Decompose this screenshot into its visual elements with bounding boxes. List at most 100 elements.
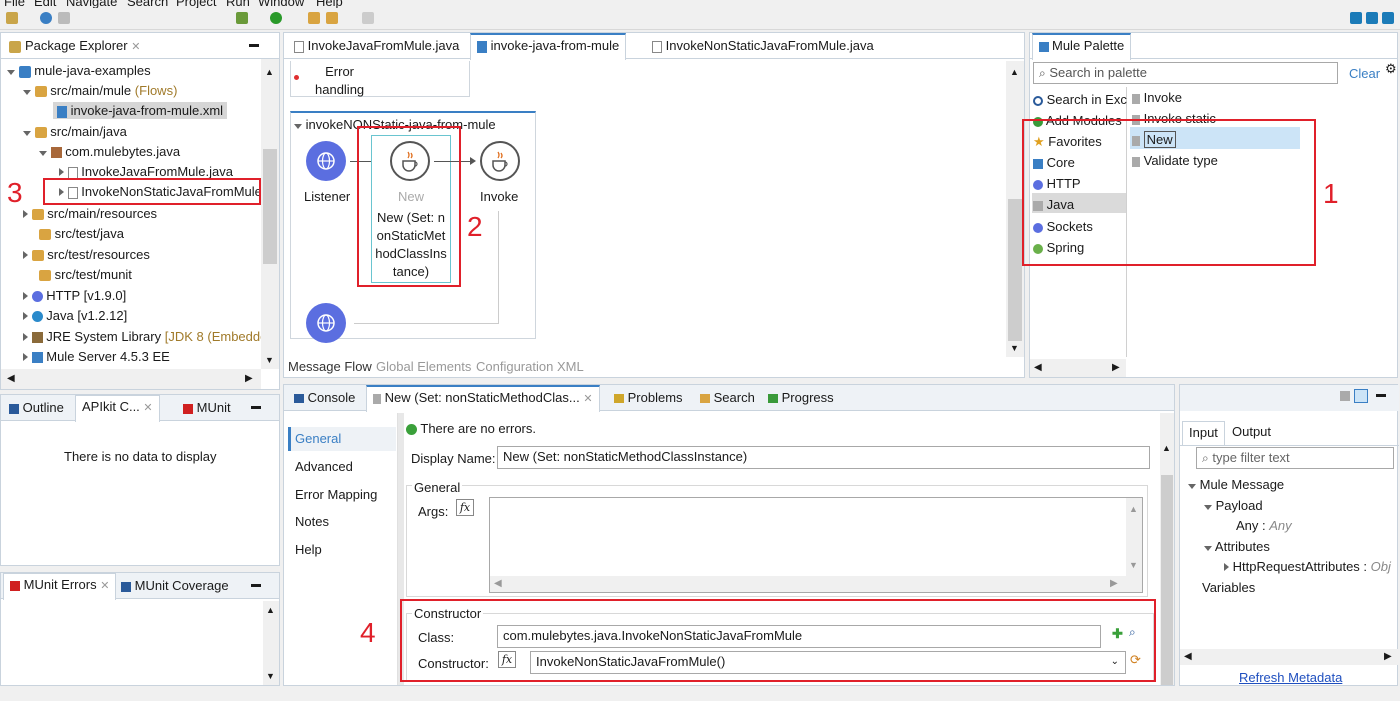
- tab-progress[interactable]: Progress: [762, 387, 840, 411]
- tree-item-src-test-munit[interactable]: src/test/munit: [39, 267, 132, 282]
- palette-search-exchange[interactable]: Search in Exc: [1033, 92, 1127, 107]
- tree-variables[interactable]: Variables: [1202, 580, 1255, 595]
- nav-help[interactable]: Help: [295, 542, 322, 557]
- tab-message-flow[interactable]: Message Flow: [288, 359, 372, 374]
- metadata-scroll-h[interactable]: ◀ ▶: [1180, 649, 1399, 665]
- tree-item-project[interactable]: mule-java-examples: [7, 63, 151, 78]
- args-scroll-v[interactable]: ▲ ▼: [1126, 498, 1142, 576]
- tree-any[interactable]: Any : Any: [1236, 518, 1292, 533]
- tree-item-jre[interactable]: JRE System Library [JDK 8 (Embedde: [23, 329, 261, 344]
- listener-node[interactable]: [306, 141, 346, 181]
- fx-toggle[interactable]: fx: [456, 499, 474, 516]
- chevron-right-icon[interactable]: [23, 333, 28, 341]
- horizontal-scrollbar[interactable]: ◀ ▶: [1, 369, 261, 389]
- tab-apikit[interactable]: APIkit C... ✕: [75, 395, 160, 422]
- clear-link[interactable]: Clear: [1349, 66, 1380, 81]
- mule-perspective-icon[interactable]: [1366, 12, 1378, 24]
- back-icon[interactable]: [326, 12, 338, 24]
- error-handling-box[interactable]: Error handling: [290, 61, 470, 97]
- args-textarea[interactable]: ▲ ▼ ◀ ▶: [489, 497, 1143, 593]
- tree-item-java[interactable]: Java [v1.2.12]: [23, 308, 127, 323]
- tab-configuration-xml[interactable]: Configuration XML: [476, 359, 584, 374]
- chevron-down-icon[interactable]: [1204, 546, 1212, 551]
- chevron-right-icon[interactable]: [23, 251, 28, 259]
- tab-munit-coverage[interactable]: MUnit Coverage: [115, 575, 235, 599]
- tab-invoke-flow[interactable]: invoke-java-from-mule: [470, 33, 627, 60]
- tab-munit-errors[interactable]: MUnit Errors ✕: [3, 573, 117, 600]
- save-icon[interactable]: [1340, 391, 1350, 401]
- close-icon[interactable]: ✕: [143, 402, 152, 414]
- tree-item-src-test-java[interactable]: src/test/java: [39, 226, 124, 241]
- invoke-node[interactable]: [480, 141, 520, 181]
- chevron-right-icon[interactable]: [23, 312, 28, 320]
- tree-item-http[interactable]: HTTP [v1.9.0]: [23, 288, 126, 303]
- chevron-right-icon[interactable]: [23, 353, 28, 361]
- tree-item-mule-server[interactable]: Mule Server 4.5.3 EE: [23, 349, 170, 364]
- chevron-down-icon[interactable]: [294, 124, 302, 129]
- tab-search[interactable]: Search: [694, 387, 761, 411]
- scroll-thumb[interactable]: [1008, 199, 1022, 341]
- chevron-down-icon[interactable]: [1188, 484, 1196, 489]
- palette-search-input[interactable]: ⌕ Search in palette: [1033, 62, 1338, 84]
- save-icon[interactable]: [58, 12, 70, 24]
- close-icon[interactable]: ✕: [583, 393, 592, 405]
- chevron-down-icon[interactable]: [23, 131, 31, 136]
- tab-outline[interactable]: Outline: [3, 397, 70, 421]
- mule-icon[interactable]: [40, 12, 52, 24]
- chevron-down-icon[interactable]: [7, 70, 15, 75]
- debug-icon[interactable]: [236, 12, 248, 24]
- tab-package-explorer[interactable]: Package Explorer ✕: [3, 35, 146, 59]
- vertical-scrollbar[interactable]: ▲ ▼: [263, 601, 279, 685]
- layout-icon[interactable]: [1354, 389, 1368, 403]
- chevron-down-icon[interactable]: [39, 151, 47, 156]
- vertical-scrollbar[interactable]: ▲: [1160, 413, 1174, 685]
- tree-item-java-file-1[interactable]: InvokeJavaFromMule.java: [59, 164, 233, 179]
- forward-icon[interactable]: [362, 12, 374, 24]
- tree-payload[interactable]: Payload: [1204, 498, 1263, 513]
- args-scroll-h[interactable]: ◀ ▶: [490, 576, 1142, 592]
- chevron-right-icon[interactable]: [59, 168, 64, 176]
- nav-notes[interactable]: Notes: [295, 514, 329, 529]
- menu-search[interactable]: Search: [127, 0, 168, 8]
- tree-item-flow-file[interactable]: invoke-java-from-mule.xml: [53, 102, 228, 119]
- palette-op-invoke[interactable]: Invoke: [1132, 90, 1182, 105]
- menu-edit[interactable]: Edit: [34, 0, 56, 8]
- external-tools-icon[interactable]: [308, 12, 320, 24]
- close-icon[interactable]: ✕: [131, 41, 140, 53]
- tree-item-src-main-java[interactable]: src/main/java: [23, 124, 127, 139]
- menu-window[interactable]: Window: [258, 0, 304, 8]
- display-name-input[interactable]: New (Set: nonStaticMethodClassInstance): [497, 446, 1150, 469]
- vertical-scrollbar[interactable]: ▲ ▼: [261, 59, 279, 369]
- nav-general[interactable]: General: [295, 431, 341, 446]
- menu-help[interactable]: Help: [316, 0, 343, 8]
- gear-icon[interactable]: ⚙: [1385, 61, 1397, 77]
- chevron-right-icon[interactable]: [23, 210, 28, 218]
- chevron-right-icon[interactable]: [1224, 563, 1229, 571]
- response-node[interactable]: [306, 303, 346, 343]
- tab-input[interactable]: Input: [1182, 421, 1225, 445]
- chevron-down-icon[interactable]: [23, 90, 31, 95]
- tree-item-src-test-resources[interactable]: src/test/resources: [23, 247, 150, 262]
- chevron-right-icon[interactable]: [23, 292, 28, 300]
- tab-global-elements[interactable]: Global Elements: [376, 359, 471, 374]
- perspective-icon[interactable]: [1350, 12, 1362, 24]
- close-icon[interactable]: ✕: [100, 580, 109, 592]
- tree-mule-message[interactable]: Mule Message: [1188, 477, 1284, 492]
- tab-munit[interactable]: MUnit: [177, 397, 237, 421]
- metadata-filter-input[interactable]: ⌕ type filter text: [1196, 447, 1394, 469]
- nav-error-mapping[interactable]: Error Mapping: [295, 487, 377, 502]
- nav-advanced[interactable]: Advanced: [295, 459, 353, 474]
- refresh-metadata-link[interactable]: Refresh Metadata: [1239, 670, 1342, 685]
- tree-attributes[interactable]: Attributes: [1204, 539, 1270, 554]
- tree-http-request-attributes[interactable]: HttpRequestAttributes : Obj: [1224, 559, 1391, 574]
- tree-item-src-main-resources[interactable]: src/main/resources: [23, 206, 157, 221]
- menu-file[interactable]: File: [4, 0, 25, 8]
- run-icon[interactable]: [270, 12, 282, 24]
- tab-console[interactable]: Console: [288, 387, 361, 411]
- minimize-icon[interactable]: ▬: [251, 579, 261, 590]
- tree-item-src-main-mule[interactable]: src/main/mule (Flows): [23, 83, 177, 98]
- chevron-down-icon[interactable]: [1204, 505, 1212, 510]
- scroll-thumb[interactable]: [1161, 475, 1173, 685]
- tab-mule-palette[interactable]: Mule Palette: [1032, 33, 1132, 60]
- java-perspective-icon[interactable]: [1382, 12, 1394, 24]
